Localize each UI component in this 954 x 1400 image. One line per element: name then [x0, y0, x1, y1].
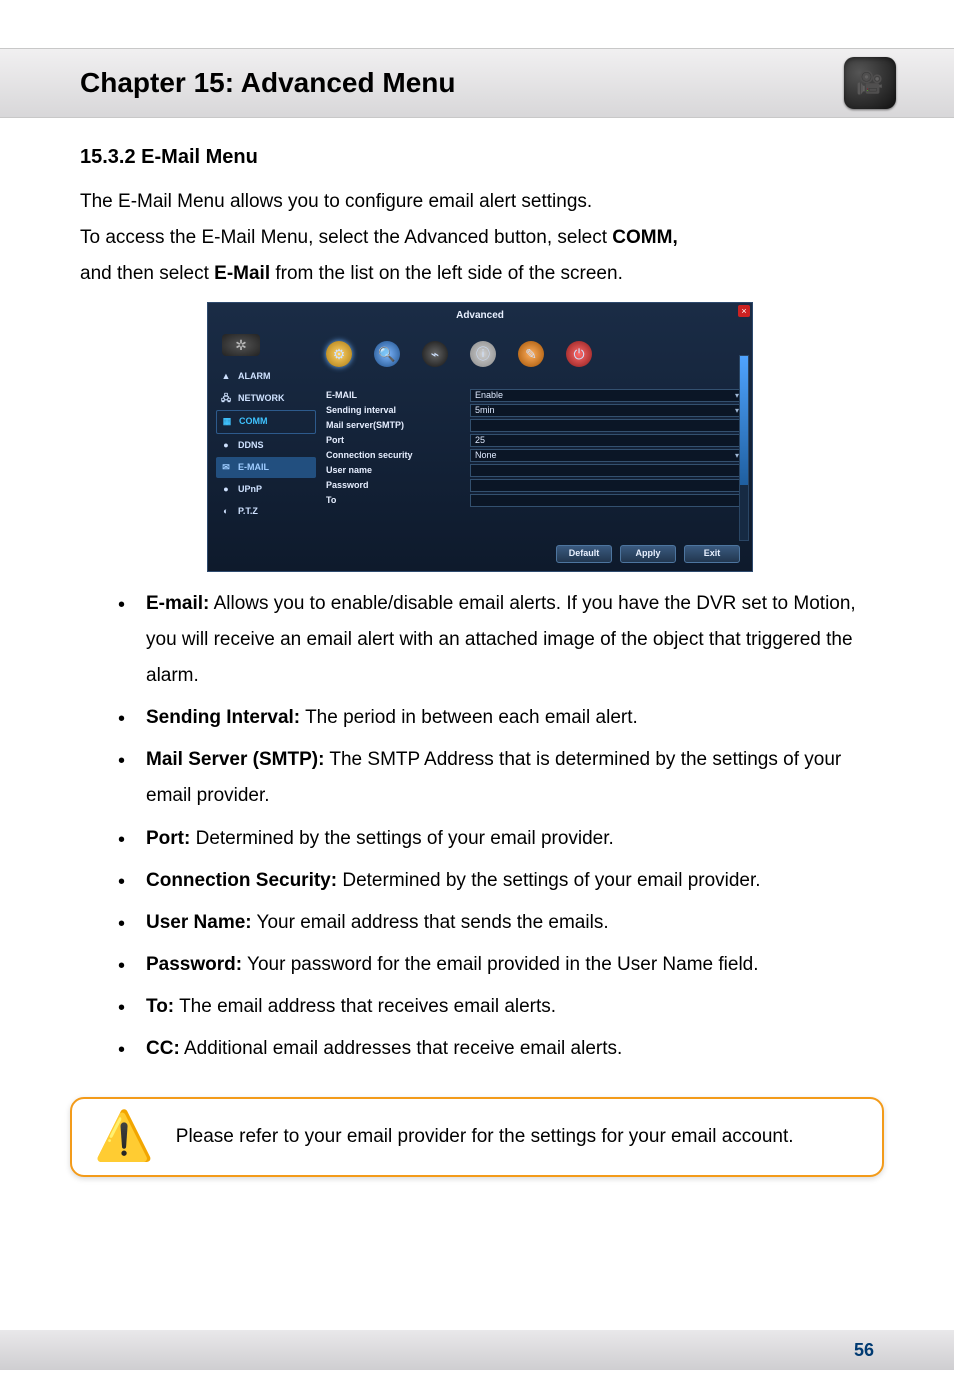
- triangle-icon: ▲: [220, 368, 232, 385]
- term: User Name:: [146, 912, 252, 933]
- desc: Your password for the email provided in …: [242, 954, 758, 975]
- warning-icon: ⚠️: [94, 1113, 154, 1161]
- access-line-2: and then select E-Mail from the list on …: [80, 256, 874, 292]
- sidebar-item-ddns[interactable]: ● DDNS: [216, 435, 316, 456]
- term: Password:: [146, 954, 242, 975]
- desc: The period in between each email alert.: [300, 707, 638, 728]
- access-1b: COMM,: [612, 227, 677, 248]
- circle-half-icon: ◐: [220, 503, 232, 520]
- sidebar-label: NETWORK: [238, 390, 285, 407]
- grid-icon: ▦: [221, 413, 233, 430]
- content-area: 15.3.2 E-Mail Menu The E-Mail Menu allow…: [0, 118, 954, 1067]
- desc: Allows you to enable/disable email alert…: [146, 593, 856, 686]
- sidebar-label: P.T.Z: [238, 503, 258, 520]
- definition-list: E-mail: Allows you to enable/disable ema…: [118, 586, 874, 1067]
- sidebar-label: DDNS: [238, 437, 264, 454]
- list-item: Mail Server (SMTP): The SMTP Address tha…: [118, 742, 874, 814]
- list-item: Password: Your password for the email pr…: [118, 947, 874, 983]
- chapter-banner: Chapter 15: Advanced Menu 🎥: [0, 48, 954, 118]
- desc: Your email address that sends the emails…: [252, 912, 609, 933]
- sidebar-item-upnp[interactable]: ● UPnP: [216, 479, 316, 500]
- dot-icon: ●: [220, 481, 232, 498]
- sidebar-label: E-MAIL: [238, 459, 269, 476]
- dvr-sidebar: ✲ ▲ ALARM 🖧 NETWORK ▦ COMM ● DDNS ✉ E-MAIL ● U…: [210, 328, 320, 527]
- tab-icon-1[interactable]: ⚙: [326, 341, 352, 367]
- default-button[interactable]: Default: [556, 545, 612, 563]
- gear-icon: ✲: [222, 334, 260, 356]
- interval-value: 5min: [475, 402, 495, 419]
- desc: Additional email addresses that receive …: [180, 1038, 623, 1059]
- dvr-form: E-MAIL Enable▾ Sending interval 5min▾ Ma…: [320, 387, 750, 527]
- access-line-1: To access the E-Mail Menu, select the Ad…: [80, 220, 874, 256]
- sidebar-item-alarm[interactable]: ▲ ALARM: [216, 366, 316, 387]
- access-2b: E-Mail: [214, 263, 270, 284]
- section-heading: 15.3.2 E-Mail Menu: [80, 138, 874, 176]
- chapter-title: Chapter 15: Advanced Menu: [80, 67, 455, 99]
- list-item: CC: Additional email addresses that rece…: [118, 1031, 874, 1067]
- tab-icon-5[interactable]: ✎: [518, 341, 544, 367]
- tab-icon-4[interactable]: ⓘ: [470, 341, 496, 367]
- footer-bar: 56: [0, 1330, 954, 1370]
- sidebar-label: ALARM: [238, 368, 271, 385]
- list-item: Port: Determined by the settings of your…: [118, 821, 874, 857]
- intro-line: The E-Mail Menu allows you to configure …: [80, 184, 874, 220]
- term: Mail Server (SMTP):: [146, 749, 324, 770]
- access-1a: To access the E-Mail Menu, select the Ad…: [80, 227, 612, 248]
- dvr-window-title: Advanced: [210, 305, 750, 328]
- desc: Determined by the settings of your email…: [337, 870, 760, 891]
- camera-icon: 🎥: [844, 57, 896, 109]
- username-input[interactable]: [470, 464, 744, 477]
- connsec-value: None: [475, 447, 497, 464]
- list-item: To: The email address that receives emai…: [118, 989, 874, 1025]
- sidebar-item-comm[interactable]: ▦ COMM: [216, 410, 316, 433]
- dvr-window: Advanced × ✲ ▲ ALARM 🖧 NETWORK ▦ COMM ● DDNS…: [207, 302, 753, 572]
- sidebar-item-email[interactable]: ✉ E-MAIL: [216, 457, 316, 478]
- list-item: User Name: Your email address that sends…: [118, 905, 874, 941]
- dvr-button-row: Default Apply Exit: [210, 527, 750, 565]
- envelope-icon: ✉: [220, 459, 232, 476]
- network-icon: 🖧: [220, 390, 232, 407]
- scrollbar-thumb[interactable]: [740, 356, 748, 485]
- interval-select[interactable]: 5min▾: [470, 404, 744, 417]
- list-item: Connection Security: Determined by the s…: [118, 863, 874, 899]
- port-input[interactable]: 25: [470, 434, 744, 447]
- list-item: Sending Interval: The period in between …: [118, 700, 874, 736]
- term: E-mail:: [146, 593, 209, 614]
- password-input[interactable]: [470, 479, 744, 492]
- sidebar-item-ptz[interactable]: ◐ P.T.Z: [216, 501, 316, 522]
- exit-button[interactable]: Exit: [684, 545, 740, 563]
- scrollbar[interactable]: [739, 355, 749, 541]
- to-input[interactable]: [470, 494, 744, 507]
- sidebar-item-network[interactable]: 🖧 NETWORK: [216, 388, 316, 409]
- term: Connection Security:: [146, 870, 337, 891]
- smtp-input[interactable]: [470, 419, 744, 432]
- term: CC:: [146, 1038, 180, 1059]
- desc: The email address that receives email al…: [174, 996, 556, 1017]
- sidebar-label: COMM: [239, 413, 268, 430]
- dvr-screenshot-figure: Advanced × ✲ ▲ ALARM 🖧 NETWORK ▦ COMM ● DDNS…: [207, 302, 747, 572]
- to-label: To: [326, 492, 466, 509]
- tab-icon-3[interactable]: ⌁: [422, 341, 448, 367]
- dvr-top-tabs: ⚙ 🔍 ⌁ ⓘ ✎ ⏻: [320, 328, 750, 386]
- list-item: E-mail: Allows you to enable/disable ema…: [118, 586, 874, 694]
- term: To:: [146, 996, 174, 1017]
- dot-icon: ●: [220, 437, 232, 454]
- access-2c: from the list on the left side of the sc…: [270, 263, 623, 284]
- sidebar-label: UPnP: [238, 481, 262, 498]
- connsec-select[interactable]: None▾: [470, 449, 744, 462]
- page-number: 56: [854, 1340, 874, 1361]
- tab-icon-2[interactable]: 🔍: [374, 341, 400, 367]
- close-icon[interactable]: ×: [738, 305, 750, 317]
- tab-icon-6[interactable]: ⏻: [566, 341, 592, 367]
- term: Sending Interval:: [146, 707, 300, 728]
- note-text: Please refer to your email provider for …: [176, 1119, 794, 1155]
- access-2a: and then select: [80, 263, 214, 284]
- note-callout: ⚠️ Please refer to your email provider f…: [70, 1097, 884, 1177]
- desc: Determined by the settings of your email…: [190, 828, 613, 849]
- apply-button[interactable]: Apply: [620, 545, 676, 563]
- term: Port:: [146, 828, 190, 849]
- email-select[interactable]: Enable▾: [470, 389, 744, 402]
